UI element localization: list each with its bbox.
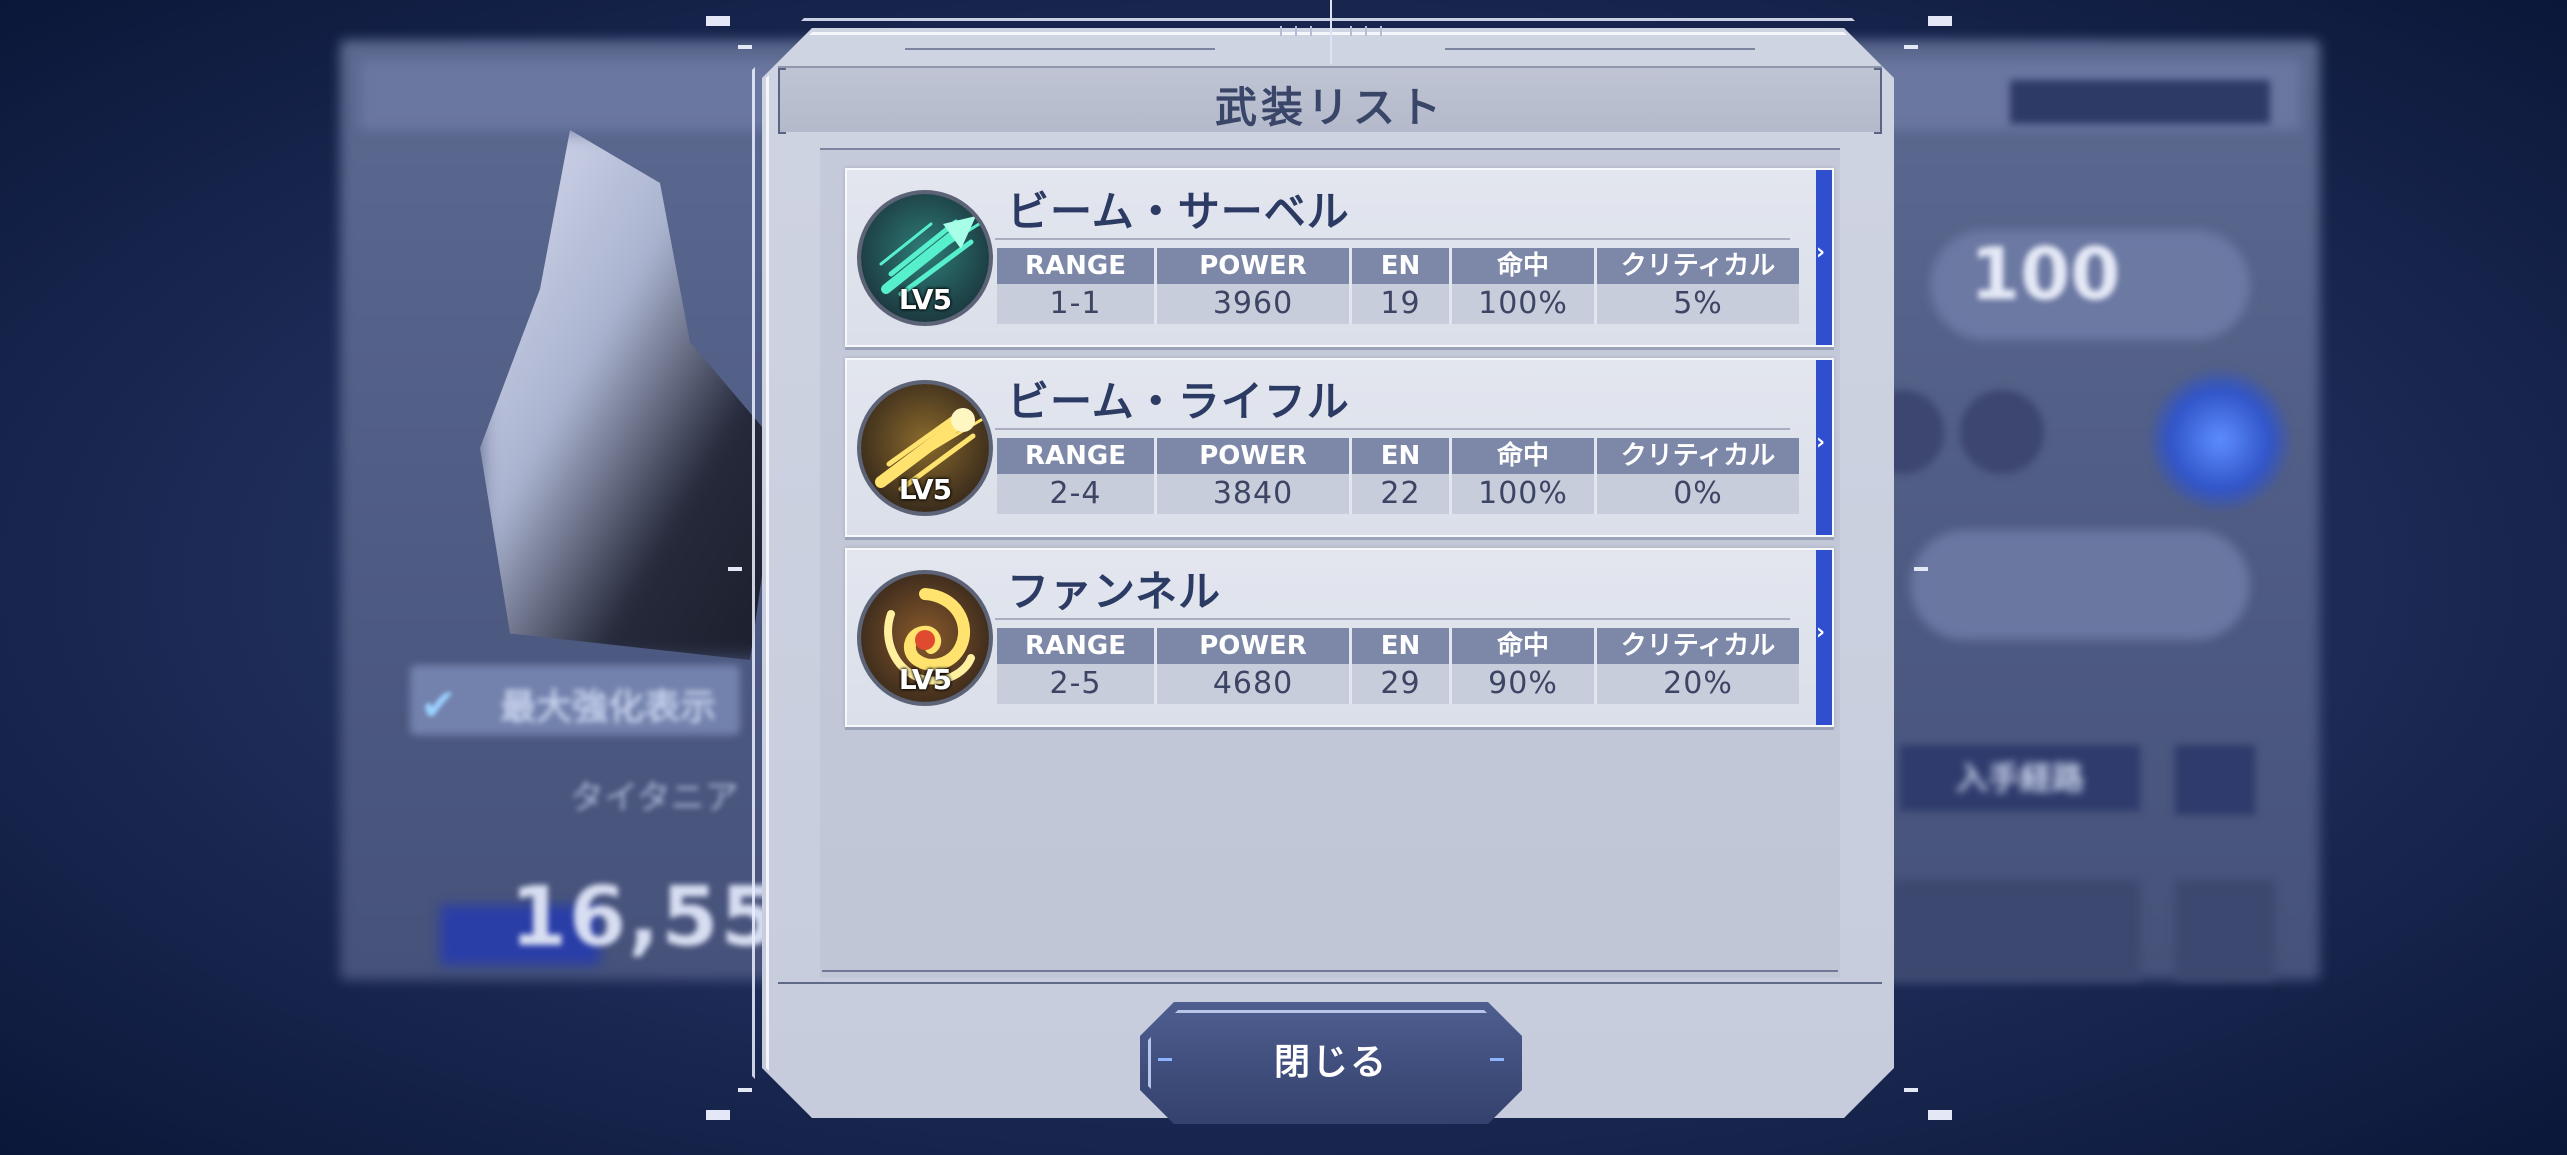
tick-mark: [1280, 26, 1282, 36]
value-critical: 20%: [1597, 664, 1799, 704]
weapon-card-beam-saber[interactable]: LV5 ビーム・サーベル RANGE POWER EN 命中 クリティカル 1-…: [845, 168, 1834, 347]
corner-mark: [1928, 16, 1952, 26]
top-line: [905, 48, 1215, 50]
bg-obtain-button: 入手経路: [1900, 745, 2140, 811]
corner-mark: [1904, 1088, 1918, 1092]
bg-search-pill: [1910, 530, 2250, 640]
corner-mark: [706, 1110, 730, 1120]
header-en: EN: [1352, 248, 1452, 284]
tick-mark: [1310, 26, 1312, 36]
corner-mark: [1904, 45, 1918, 49]
name-divider: [995, 238, 1790, 240]
header-accuracy: 命中: [1452, 248, 1597, 284]
bg-unit-name: タイタニア: [570, 778, 739, 818]
corner-mark: [738, 1088, 752, 1092]
weapon-stats-table: RANGE POWER EN 命中 クリティカル 2-4 3840 22 100…: [997, 438, 1799, 514]
bg-circle-button: [1960, 390, 2044, 474]
header-range: RANGE: [997, 248, 1157, 284]
beam-rifle-icon: LV5: [857, 380, 993, 516]
value-range: 1-1: [997, 284, 1157, 324]
header-critical: クリティカル: [1597, 628, 1799, 664]
value-en: 19: [1352, 284, 1452, 324]
value-range: 2-4: [997, 474, 1157, 514]
header-range: RANGE: [997, 438, 1157, 474]
header-en: EN: [1352, 438, 1452, 474]
expand-tab[interactable]: ›: [1816, 170, 1832, 345]
chevron-right-icon: ›: [1816, 430, 1826, 455]
weapon-name: ビーム・ライフル: [1007, 377, 1350, 426]
header-power: POWER: [1157, 438, 1352, 474]
chevron-right-icon: ›: [1816, 620, 1826, 645]
close-button[interactable]: 閉じる: [1140, 1002, 1522, 1124]
expand-tab[interactable]: ›: [1816, 360, 1832, 535]
top-line: [1445, 48, 1755, 50]
modal-bottom-line: [778, 982, 1882, 984]
list-bottom-line: [822, 970, 1838, 972]
weapon-level: LV5: [898, 663, 952, 696]
beam-saber-icon: LV5: [857, 190, 993, 326]
side-mark: [1914, 567, 1928, 571]
header-accuracy: 命中: [1452, 438, 1597, 474]
funnel-icon: LV5: [857, 570, 993, 706]
header-accuracy: 命中: [1452, 628, 1597, 664]
tick-mark: [1295, 26, 1297, 36]
value-en: 29: [1352, 664, 1452, 704]
header-critical: クリティカル: [1597, 248, 1799, 284]
bg-glow-icon: [2150, 370, 2290, 510]
value-en: 22: [1352, 474, 1452, 514]
bg-dark-block: [2175, 880, 2275, 980]
weapon-level: LV5: [898, 283, 952, 316]
title-bar: 武装リスト: [778, 66, 1882, 134]
weapon-card-funnel[interactable]: LV5 ファンネル RANGE POWER EN 命中 クリティカル 2-5 4…: [845, 548, 1834, 727]
value-accuracy: 100%: [1452, 284, 1597, 324]
name-divider: [995, 618, 1790, 620]
expand-tab[interactable]: ›: [1816, 550, 1832, 725]
value-power: 3840: [1157, 474, 1352, 514]
modal-title: 武装リスト: [1214, 83, 1445, 132]
weapon-level: LV5: [898, 473, 952, 506]
header-range: RANGE: [997, 628, 1157, 664]
side-mark: [728, 567, 742, 571]
weapon-card-beam-rifle[interactable]: LV5 ビーム・ライフル RANGE POWER EN 命中 クリティカル 2-…: [845, 358, 1834, 537]
bg-dark-block: [1890, 880, 2140, 980]
weapon-name: ファンネル: [1007, 567, 1222, 616]
check-icon: ✔: [420, 680, 457, 731]
bg-tab: [2010, 80, 2270, 124]
value-power: 3960: [1157, 284, 1352, 324]
value-critical: 5%: [1597, 284, 1799, 324]
value-range: 2-5: [997, 664, 1157, 704]
header-critical: クリティカル: [1597, 438, 1799, 474]
corner-mark: [1928, 1110, 1952, 1120]
corner-mark: [738, 45, 752, 49]
weapon-stats-table: RANGE POWER EN 命中 クリティカル 2-5 4680 29 90%…: [997, 628, 1799, 704]
crosshair-mark: [1330, 0, 1332, 64]
header-power: POWER: [1157, 248, 1352, 284]
weapon-name: ビーム・サーベル: [1007, 187, 1350, 236]
chevron-right-icon: ›: [1816, 240, 1826, 265]
header-power: POWER: [1157, 628, 1352, 664]
bg-stat-value: 100: [1970, 232, 2121, 316]
tick-mark: [1350, 26, 1352, 36]
bg-max-enhance-label: 最大強化表示: [500, 687, 717, 728]
value-accuracy: 90%: [1452, 664, 1597, 704]
weapon-stats-table: RANGE POWER EN 命中 クリティカル 1-1 3960 19 100…: [997, 248, 1799, 324]
header-en: EN: [1352, 628, 1452, 664]
value-accuracy: 100%: [1452, 474, 1597, 514]
tick-mark: [1380, 26, 1382, 36]
bg-note-button: [2175, 745, 2255, 815]
value-critical: 0%: [1597, 474, 1799, 514]
value-power: 4680: [1157, 664, 1352, 704]
tick-mark: [1365, 26, 1367, 36]
corner-mark: [706, 16, 730, 26]
name-divider: [995, 428, 1790, 430]
